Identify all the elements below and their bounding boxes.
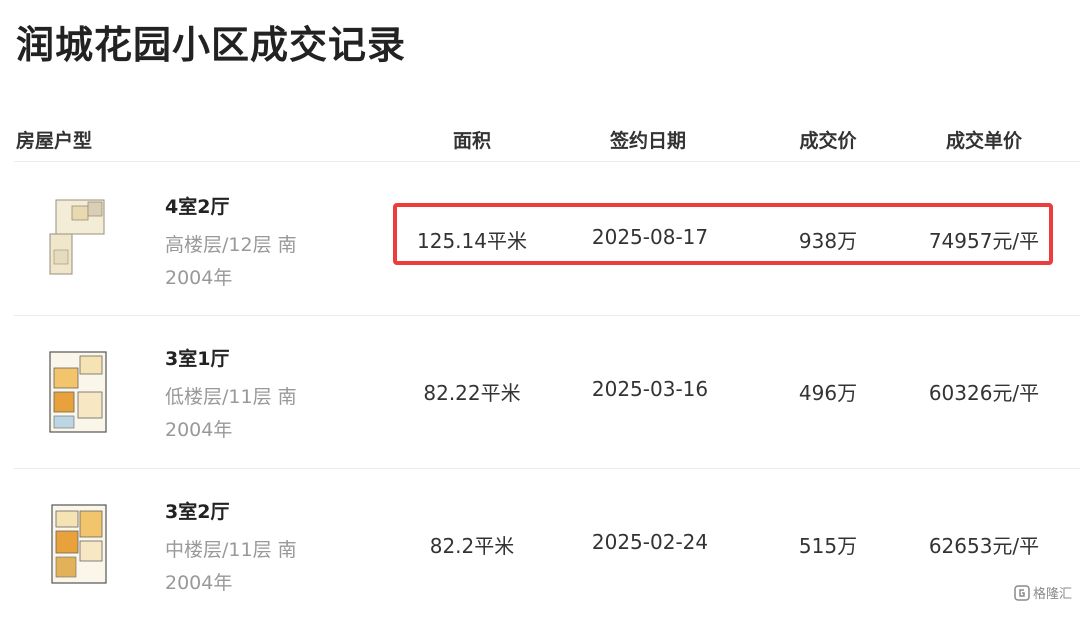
watermark-text: 格隆汇 bbox=[1032, 587, 1072, 602]
header-area: 面积 bbox=[452, 130, 492, 152]
row-floor: 中楼层/11层 南 bbox=[165, 539, 297, 561]
row-layout[interactable]: 3室2厅 bbox=[165, 497, 229, 524]
row-date: 2025-03-16 bbox=[591, 377, 709, 401]
floorplan-image[interactable] bbox=[42, 192, 112, 282]
row-year: 2004年 bbox=[165, 572, 233, 594]
row-unit-price: 60326元/平 bbox=[928, 381, 1040, 405]
row-date: 2025-02-24 bbox=[591, 530, 709, 554]
row-year: 2004年 bbox=[165, 267, 233, 289]
row-price: 496万 bbox=[798, 381, 858, 405]
row-year: 2004年 bbox=[165, 419, 233, 441]
table-row[interactable]: 3室2厅 中楼层/11层 南 2004年 82.2平米 2025-02-24 5… bbox=[0, 469, 1080, 622]
header-house-type: 房屋户型 bbox=[16, 130, 93, 152]
floorplan-image[interactable] bbox=[42, 346, 112, 436]
row-layout[interactable]: 4室2厅 bbox=[165, 192, 229, 219]
row-area: 82.2平米 bbox=[429, 534, 515, 558]
page-title: 润城花园小区成交记录 bbox=[16, 23, 407, 67]
floorplan-image[interactable] bbox=[42, 499, 112, 589]
table-row[interactable]: 3室1厅 低楼层/11层 南 2004年 82.22平米 2025-03-16 … bbox=[0, 316, 1080, 469]
header-sign-date: 签约日期 bbox=[609, 130, 687, 152]
watermark: 格隆汇 bbox=[1014, 583, 1072, 602]
highlight-box bbox=[393, 203, 1053, 265]
row-price: 515万 bbox=[798, 534, 858, 558]
row-floor: 高楼层/12层 南 bbox=[165, 234, 297, 256]
header-deal-price: 成交价 bbox=[799, 130, 857, 152]
row-floor: 低楼层/11层 南 bbox=[165, 386, 297, 408]
row-unit-price: 62653元/平 bbox=[928, 534, 1040, 558]
header-unit-price: 成交单价 bbox=[945, 130, 1023, 152]
gelonghui-logo-icon bbox=[1014, 584, 1030, 601]
row-layout[interactable]: 3室1厅 bbox=[165, 344, 229, 371]
row-area: 82.22平米 bbox=[423, 381, 521, 405]
